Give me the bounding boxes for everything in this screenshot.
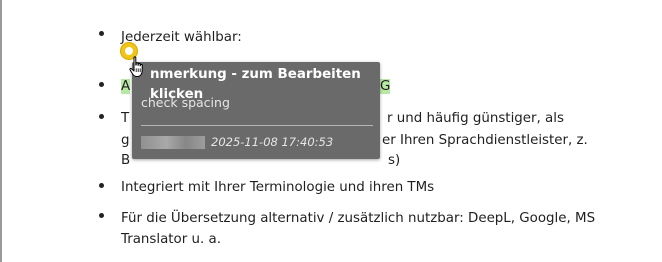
list-item-text[interactable]: T [121,108,129,130]
bullet-dot [99,213,104,218]
list-item-text[interactable]: B [121,150,130,172]
comment-text: check spacing [141,95,230,110]
highlighted-text-start: A [121,79,131,94]
list-item-text[interactable]: Integriert mit Ihrer Terminologie und ih… [121,177,434,199]
list-item-text[interactable]: s) [388,150,400,172]
list-item-text[interactable]: r und häufig günstiger, als [387,108,564,130]
comment-tooltip[interactable]: nmerkung - zum Bearbeiten klicken check … [132,62,380,159]
bullet-dot [99,31,104,36]
comment-timestamp: 2025-11-08 17:40:53 [211,135,334,149]
bullet-dot [99,82,104,87]
tooltip-divider [141,125,373,126]
page-left-border [0,0,2,262]
list-item-text[interactable]: Für die Übersetzung alternativ / zusätzl… [121,208,595,230]
list-item-text[interactable]: Jederzeit wählbar: [121,27,242,49]
highlighted-text-end: G [380,79,391,94]
list-item-text[interactable]: A [121,76,131,98]
list-item-text[interactable]: Translator u. a. [121,229,221,251]
list-item-text[interactable]: er Ihren Sprachdienstleister, z. [382,130,588,152]
bullet-dot [99,114,104,119]
list-item-text[interactable]: g [121,130,130,152]
blurred-author-name [141,136,205,149]
hand-cursor-icon [129,56,143,77]
list-item-text-end[interactable]: G [380,76,391,98]
bullet-dot [99,183,104,188]
